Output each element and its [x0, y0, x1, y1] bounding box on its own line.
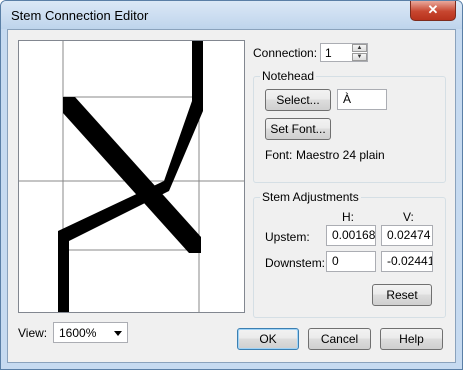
select-button[interactable]: Select... [265, 89, 331, 111]
help-button[interactable]: Help [380, 328, 443, 350]
spin-up-icon[interactable]: ▲ [352, 44, 367, 52]
close-icon: ✕ [427, 2, 439, 17]
font-label: Font: [265, 148, 293, 162]
notehead-group-label: Notehead [260, 69, 317, 83]
spin-down-icon[interactable]: ▼ [352, 53, 367, 61]
stem-adjustments-label: Stem Adjustments [260, 190, 361, 204]
chevron-down-icon [114, 331, 122, 336]
title-bar[interactable]: Stem Connection Editor ✕ [1, 1, 462, 29]
notehead-glyph-field[interactable]: À [337, 89, 387, 110]
upstem-label: Upstem: [265, 230, 310, 244]
connection-spinner[interactable]: 1 ▲ ▼ [320, 43, 368, 62]
notehead-preview [19, 41, 244, 312]
set-font-button[interactable]: Set Font... [265, 118, 331, 140]
close-button[interactable]: ✕ [410, 1, 456, 21]
upstem-v-field[interactable]: 0.02474 [381, 225, 433, 246]
connection-value: 1 [325, 46, 332, 60]
downstem-v-field[interactable]: -0.02441 [381, 251, 433, 272]
v-column-header: V: [403, 210, 414, 224]
reset-button[interactable]: Reset [372, 284, 432, 306]
upstem-h-field[interactable]: 0.00168 [326, 225, 376, 246]
view-zoom-value: 1600% [59, 326, 97, 340]
ok-button[interactable]: OK [237, 328, 299, 350]
window-title: Stem Connection Editor [11, 8, 149, 23]
font-value: Maestro 24 plain [296, 148, 385, 162]
downstem-label: Downstem: [265, 256, 326, 270]
view-zoom-select[interactable]: 1600% [53, 322, 128, 343]
h-column-header: H: [342, 210, 354, 224]
cancel-button[interactable]: Cancel [308, 328, 371, 350]
preview-canvas[interactable] [18, 40, 245, 313]
connection-label-text: Connection: [253, 46, 318, 60]
downstem-h-field[interactable]: 0 [326, 251, 376, 272]
view-label: View: [18, 326, 48, 340]
